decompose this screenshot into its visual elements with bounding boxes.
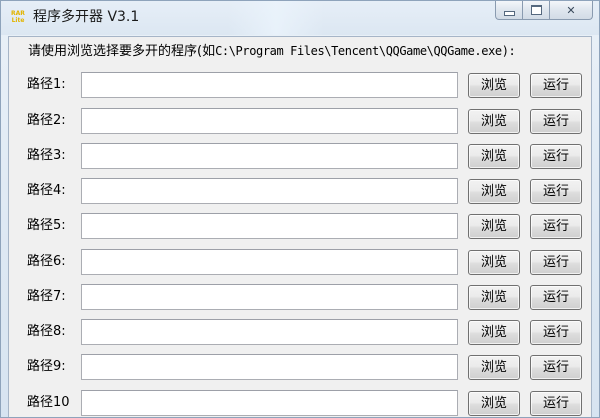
path-row-4: 路径4: 浏览 运行	[9, 178, 591, 206]
run-button-7[interactable]: 运行	[530, 285, 582, 310]
run-button-3[interactable]: 运行	[530, 144, 582, 169]
path-input-4[interactable]	[81, 178, 458, 204]
maximize-button[interactable]	[522, 1, 550, 20]
close-icon: ✕	[566, 3, 576, 17]
path-input-10[interactable]	[81, 390, 458, 416]
path-input-3[interactable]	[81, 143, 458, 169]
browse-button-2[interactable]: 浏览	[468, 109, 520, 134]
instruction-prefix: 请使用浏览选择要多开的程序(如	[28, 44, 216, 59]
path-row-8: 路径8: 浏览 运行	[9, 319, 591, 347]
run-button-8[interactable]: 运行	[530, 320, 582, 345]
path-input-7[interactable]	[81, 284, 458, 310]
path-row-3: 路径3: 浏览 运行	[9, 143, 591, 171]
path-label: 路径7:	[27, 289, 66, 304]
browse-button-10[interactable]: 浏览	[468, 391, 520, 416]
path-row-7: 路径7: 浏览 运行	[9, 284, 591, 312]
run-button-1[interactable]: 运行	[530, 73, 582, 98]
path-input-8[interactable]	[81, 319, 458, 345]
path-label: 路径10	[27, 395, 70, 410]
path-input-5[interactable]	[81, 213, 458, 239]
title-bar[interactable]: RAR Lite 程序多开器 V3.1 ✕	[1, 1, 599, 35]
path-label: 路径3:	[27, 148, 66, 163]
app-window: RAR Lite 程序多开器 V3.1 ✕ 请使用浏览选择要多开的程序(如C:\…	[0, 0, 600, 418]
browse-button-1[interactable]: 浏览	[468, 73, 520, 98]
run-button-6[interactable]: 运行	[530, 250, 582, 275]
path-input-1[interactable]	[81, 72, 458, 98]
app-icon-line-1: RAR	[11, 10, 25, 17]
maximize-icon	[530, 5, 542, 15]
browse-button-5[interactable]: 浏览	[468, 214, 520, 239]
path-row-1: 路径1: 浏览 运行	[9, 72, 591, 100]
run-button-9[interactable]: 运行	[530, 355, 582, 380]
run-button-10[interactable]: 运行	[530, 391, 582, 416]
client-area: 请使用浏览选择要多开的程序(如C:\Program Files\Tencent\…	[8, 36, 592, 417]
path-row-6: 路径6: 浏览 运行	[9, 249, 591, 277]
browse-button-4[interactable]: 浏览	[468, 179, 520, 204]
browse-button-6[interactable]: 浏览	[468, 250, 520, 275]
path-input-9[interactable]	[81, 354, 458, 380]
path-label: 路径2:	[27, 113, 66, 128]
caption-buttons: ✕	[495, 1, 593, 21]
path-row-2: 路径2: 浏览 运行	[9, 108, 591, 136]
browse-button-9[interactable]: 浏览	[468, 355, 520, 380]
path-label: 路径1:	[27, 77, 66, 92]
app-icon: RAR Lite	[9, 8, 27, 26]
run-button-4[interactable]: 运行	[530, 179, 582, 204]
path-label: 路径8:	[27, 324, 66, 339]
app-icon-line-2: Lite	[11, 17, 25, 24]
path-input-6[interactable]	[81, 249, 458, 275]
instruction-text: 请使用浏览选择要多开的程序(如C:\Program Files\Tencent\…	[28, 42, 516, 61]
path-label: 路径5:	[27, 218, 66, 233]
path-input-2[interactable]	[81, 108, 458, 134]
close-button[interactable]: ✕	[549, 1, 593, 20]
path-row-5: 路径5: 浏览 运行	[9, 213, 591, 241]
path-row-9: 路径9: 浏览 运行	[9, 354, 591, 382]
run-button-2[interactable]: 运行	[530, 109, 582, 134]
run-button-5[interactable]: 运行	[530, 214, 582, 239]
path-label: 路径4:	[27, 183, 66, 198]
minimize-button[interactable]	[495, 1, 523, 20]
path-label: 路径9:	[27, 359, 66, 374]
path-label: 路径6:	[27, 254, 66, 269]
path-row-10: 路径10 浏览 运行	[9, 390, 591, 417]
instruction-example-path: C:\Program Files\Tencent\QQGame\QQGame.e…	[215, 44, 516, 58]
window-title: 程序多开器 V3.1	[33, 9, 140, 25]
browse-button-3[interactable]: 浏览	[468, 144, 520, 169]
browse-button-7[interactable]: 浏览	[468, 285, 520, 310]
browse-button-8[interactable]: 浏览	[468, 320, 520, 345]
minimize-icon	[503, 10, 515, 16]
